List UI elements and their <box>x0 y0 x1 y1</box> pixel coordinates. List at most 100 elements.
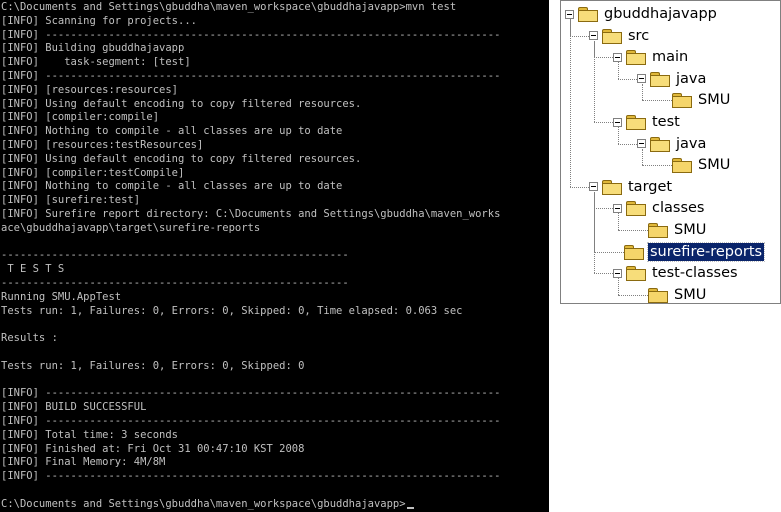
tree-connector <box>594 208 613 210</box>
console-line: [INFO] [compiler:testCompile] <box>1 166 185 179</box>
tree-item-gbuddhajavapp[interactable]: gbuddhajavapp <box>565 3 719 25</box>
tree-connector <box>642 165 672 167</box>
tree-item-target[interactable]: target <box>589 176 674 198</box>
folder-icon <box>672 93 692 109</box>
tree-item-label: classes <box>652 200 705 217</box>
console-line: [INFO] Using default encoding to copy fi… <box>1 97 362 110</box>
tree-item-smu[interactable]: SMU <box>672 154 732 176</box>
tree-connector <box>618 213 619 230</box>
console-line: [INFO] Using default encoding to copy fi… <box>1 152 362 165</box>
folder-icon <box>672 158 692 174</box>
tree-item-label: SMU <box>674 222 707 238</box>
tree-item-main[interactable]: main <box>613 46 690 68</box>
tree-connector <box>570 35 589 37</box>
tree-connector <box>618 278 619 295</box>
console-line: ----------------------------------------… <box>1 276 349 289</box>
tree-item-label: java <box>676 70 707 87</box>
console-line: [INFO] task-segment: [test] <box>1 56 191 69</box>
tree-connector <box>594 251 624 253</box>
tree-item-smu[interactable]: SMU <box>648 284 708 303</box>
folder-tree-panel[interactable]: gbuddhajavapp src main java SMU test java SMU ta… <box>560 0 781 304</box>
tree-connector <box>594 273 613 275</box>
console-line: Results : <box>1 332 58 345</box>
console-line: ----------------------------------------… <box>1 249 349 262</box>
collapse-toggle-icon[interactable] <box>565 9 574 19</box>
tree-connector <box>570 19 571 187</box>
tree-item-src[interactable]: src <box>589 25 651 47</box>
tree-item-java[interactable]: java <box>637 68 708 90</box>
console-line: Tests run: 1, Failures: 0, Errors: 0, Sk… <box>1 359 305 372</box>
tree-item-label: surefire-reports <box>646 241 766 262</box>
tree-connector <box>594 122 613 123</box>
tree-item-label: src <box>628 27 650 44</box>
tree-connector <box>594 40 595 122</box>
tree-connector <box>618 127 619 144</box>
collapse-toggle-icon[interactable] <box>613 203 622 213</box>
tree-connector <box>642 83 643 101</box>
console-line: [INFO] Finished at: Fri Oct 31 00:47:10 … <box>1 442 305 455</box>
tree-item-smu[interactable]: SMU <box>648 219 708 241</box>
console-line: ace\gbuddhajavapp\target\surefire-report… <box>1 221 261 234</box>
console-line: [INFO] BUILD SUCCESSFUL <box>1 401 147 414</box>
collapse-toggle-icon[interactable] <box>637 139 646 149</box>
console-line: [INFO] [compiler:compile] <box>1 111 160 124</box>
tree-item-smu[interactable]: SMU <box>672 89 732 111</box>
tree-item-label: main <box>652 49 689 66</box>
tree-connector <box>594 191 595 274</box>
tree-connector <box>618 294 648 296</box>
tree-item-label: java <box>676 135 707 152</box>
console-line: [INFO] ---------------------------------… <box>1 387 501 400</box>
console-line: [INFO] ---------------------------------… <box>1 470 501 483</box>
tree-item-label: target <box>628 178 673 195</box>
console-line: [INFO] [resources:resources] <box>1 83 179 96</box>
collapse-toggle-icon[interactable] <box>613 117 622 127</box>
collapse-toggle-icon[interactable] <box>589 31 598 41</box>
console-line: [INFO] Scanning for projects... <box>1 14 197 27</box>
tree-item-test-classes[interactable]: test-classes <box>613 262 740 284</box>
collapse-toggle-icon[interactable] <box>613 268 622 278</box>
console-prompt-line: C:\Documents and Settings\gbuddha\maven_… <box>1 498 500 512</box>
folder-icon <box>626 266 646 282</box>
console-line: T E S T S <box>1 263 65 276</box>
console-line: [INFO] [resources:testResources] <box>1 138 204 151</box>
tree-connector <box>594 57 613 59</box>
folder-icon <box>626 50 646 66</box>
collapse-toggle-icon[interactable] <box>589 182 598 192</box>
console-line: [INFO] ---------------------------------… <box>1 28 501 41</box>
tree-connector <box>618 62 619 79</box>
console-output: C:\Documents and Settings\gbuddha\maven_… <box>1 1 500 511</box>
console-line: [INFO] Nothing to compile - all classes … <box>1 180 343 193</box>
tree-item-test[interactable]: test <box>613 111 682 133</box>
command-console[interactable]: C:\Documents and Settings\gbuddha\maven_… <box>0 0 549 512</box>
console-prompt-line: C:\Documents and Settings\gbuddha\maven_… <box>1 1 457 13</box>
console-line: [INFO] [surefire:test] <box>1 194 141 207</box>
folder-icon <box>650 136 670 152</box>
console-line: [INFO] Building gbuddhajavapp <box>1 42 185 55</box>
console-line: Running SMU.AppTest <box>1 290 122 303</box>
tree-connector <box>642 148 643 166</box>
tree-item-label: gbuddhajavapp <box>604 6 717 22</box>
tree-item-java[interactable]: java <box>637 133 708 155</box>
folder-icon <box>626 115 646 130</box>
collapse-toggle-icon[interactable] <box>613 52 622 62</box>
folder-icon <box>648 223 668 238</box>
folder-icon <box>602 179 622 195</box>
tree-item-classes[interactable]: classes <box>613 197 706 219</box>
tree-connector <box>642 100 672 102</box>
tree-item-label: SMU <box>698 157 731 174</box>
folder-icon <box>578 7 598 22</box>
folder-icon <box>626 201 646 217</box>
tree-item-label: SMU <box>698 92 731 109</box>
tree-item-surefire-reports[interactable]: surefire-reports <box>624 241 766 263</box>
folder-icon <box>624 244 644 260</box>
collapse-toggle-icon[interactable] <box>637 74 646 84</box>
console-line: Tests run: 1, Failures: 0, Errors: 0, Sk… <box>1 304 463 317</box>
console-line: [INFO] Surefire report directory: C:\Doc… <box>1 207 501 220</box>
folder-icon <box>650 71 670 87</box>
console-line: [INFO] ---------------------------------… <box>1 414 501 427</box>
